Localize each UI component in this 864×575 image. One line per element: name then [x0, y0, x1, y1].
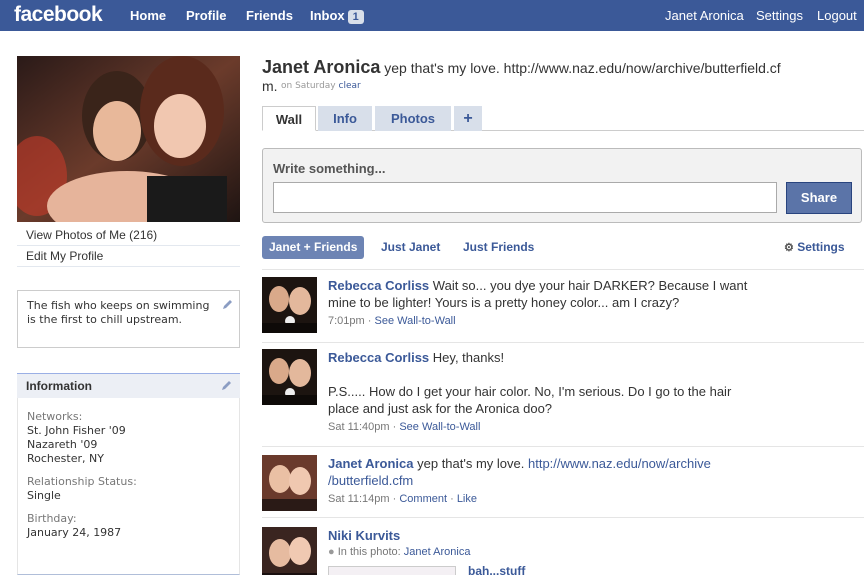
view-photos-link[interactable]: View Photos of Me (216) — [17, 226, 240, 246]
post-author-link[interactable]: Janet Aronica — [328, 456, 414, 471]
birthday-label: Birthday: — [27, 512, 77, 525]
album-link[interactable]: bah...stuff — [468, 563, 525, 575]
see-wall-to-wall-link[interactable]: See Wall-to-Wall — [399, 421, 480, 433]
post-body: Niki Kurvits ● In this photo: Janet Aron… — [328, 527, 768, 575]
album-photo-thumbnail[interactable] — [328, 566, 456, 575]
tagged-person-link[interactable]: Janet Aronica — [404, 546, 471, 558]
relationship-label: Relationship Status: — [27, 475, 137, 488]
status-text-cont: m. — [262, 78, 278, 94]
share-button[interactable]: Share — [786, 182, 852, 214]
inbox-count-badge: 1 — [347, 10, 364, 24]
post-body: Rebecca Corliss Hey, thanks! P.S..... Ho… — [328, 350, 732, 433]
bio-text: The fish who keeps on swimming is the fi… — [27, 299, 210, 326]
nav-profile[interactable]: Profile — [186, 8, 226, 23]
post-author-avatar[interactable] — [262, 455, 317, 511]
filter-janet-friends[interactable]: Janet + Friends — [262, 236, 365, 259]
profile-picture[interactable] — [17, 56, 240, 222]
tab-photos[interactable]: Photos — [375, 106, 451, 131]
divider — [262, 342, 864, 343]
status-time: on Saturday — [281, 81, 336, 91]
post-body: Janet Aronica yep that's my love. http:/… — [328, 456, 711, 505]
nav-settings[interactable]: Settings — [756, 8, 803, 23]
birthday-value: January 24, 1987 — [27, 526, 122, 539]
wall-settings-label: Settings — [797, 240, 845, 254]
post-time: Sat 11:40pm — [328, 421, 390, 433]
post-author-avatar[interactable] — [262, 527, 317, 575]
divider — [262, 269, 864, 270]
networks-label: Networks: — [27, 410, 83, 423]
information-header: Information — [17, 373, 240, 398]
tag-icon: ● — [328, 546, 335, 558]
post-text: Wait so... you dye your hair DARKER? Bec… — [432, 278, 748, 293]
divider — [262, 517, 864, 518]
post-time: 7:01pm — [328, 315, 365, 327]
composer-prompt: Write something... — [273, 161, 386, 176]
wall-post: Niki Kurvits ● In this photo: Janet Aron… — [262, 527, 862, 575]
wall-settings[interactable]: ⚙ Settings — [784, 236, 845, 259]
post-text: yep that's my love. — [417, 456, 525, 471]
edit-profile-link[interactable]: Edit My Profile — [17, 247, 240, 267]
network-item[interactable]: Rochester, NY — [27, 452, 230, 466]
nav-user-name[interactable]: Janet Aronica — [665, 8, 744, 23]
nav-inbox-label: Inbox — [310, 8, 345, 23]
post-url-link[interactable]: http://www.naz.edu/now/archive — [528, 456, 711, 471]
status-text: yep that's my love. http://www.naz.edu/n… — [384, 60, 781, 76]
network-item[interactable]: St. John Fisher '09 — [27, 424, 230, 438]
filter-just-friends[interactable]: Just Friends — [463, 236, 534, 259]
post-text: mine to be lighter! Yours is a pretty ho… — [328, 295, 680, 310]
post-author-link[interactable]: Rebecca Corliss — [328, 278, 429, 293]
nav-inbox[interactable]: Inbox 1 — [310, 8, 364, 24]
post-author-avatar[interactable] — [262, 277, 317, 333]
like-link[interactable]: Like — [457, 493, 477, 505]
facebook-logo[interactable]: facebook — [14, 3, 103, 27]
information-body: Networks: St. John Fisher '09 Nazareth '… — [17, 398, 240, 575]
post-text: P.S..... How do I get your hair color. N… — [328, 384, 732, 399]
post-text: place and just ask for the Aronica doo? — [328, 401, 553, 416]
wall-post: Janet Aronica yep that's my love. http:/… — [262, 455, 862, 515]
edit-pencil-icon[interactable] — [221, 299, 233, 311]
post-url-link-cont[interactable]: /butterfield.cfm — [328, 473, 413, 488]
wall-composer: Write something... Share — [262, 148, 862, 223]
tab-info[interactable]: Info — [318, 106, 372, 131]
tab-wall[interactable]: Wall — [262, 106, 316, 131]
information-title: Information — [26, 379, 92, 393]
bio-box: The fish who keeps on swimming is the fi… — [17, 290, 240, 348]
wall-post-input[interactable] — [273, 182, 777, 213]
post-text: Hey, thanks! — [432, 350, 505, 365]
wall-post: Rebecca Corliss Wait so... you dye your … — [262, 277, 862, 337]
clear-status-link[interactable]: clear — [339, 81, 361, 91]
add-tab-button[interactable]: + — [454, 106, 482, 131]
post-body: Rebecca Corliss Wait so... you dye your … — [328, 278, 748, 327]
comment-link[interactable]: Comment — [399, 493, 447, 505]
in-photo-label: In this photo: — [337, 546, 401, 558]
post-author-avatar[interactable] — [262, 349, 317, 405]
nav-logout[interactable]: Logout — [817, 8, 857, 23]
profile-name: Janet Aronica — [262, 57, 381, 77]
status-meta: on Saturday clear — [281, 81, 361, 91]
filter-just-janet[interactable]: Just Janet — [381, 236, 440, 259]
nav-friends[interactable]: Friends — [246, 8, 293, 23]
wall-post: Rebecca Corliss Hey, thanks! P.S..... Ho… — [262, 349, 862, 439]
network-item[interactable]: Nazareth '09 — [27, 438, 230, 452]
edit-pencil-icon[interactable] — [220, 380, 232, 392]
post-author-link[interactable]: Rebecca Corliss — [328, 350, 429, 365]
see-wall-to-wall-link[interactable]: See Wall-to-Wall — [374, 315, 455, 327]
divider — [262, 446, 864, 447]
relationship-value: Single — [27, 489, 61, 502]
post-author-link[interactable]: Niki Kurvits — [328, 528, 400, 543]
gear-icon: ⚙ — [784, 242, 794, 254]
post-time: Sat 11:14pm — [328, 493, 390, 505]
top-navigation-bar: facebook Home Profile Friends Inbox 1 Jan… — [0, 0, 864, 31]
nav-home[interactable]: Home — [130, 8, 166, 23]
